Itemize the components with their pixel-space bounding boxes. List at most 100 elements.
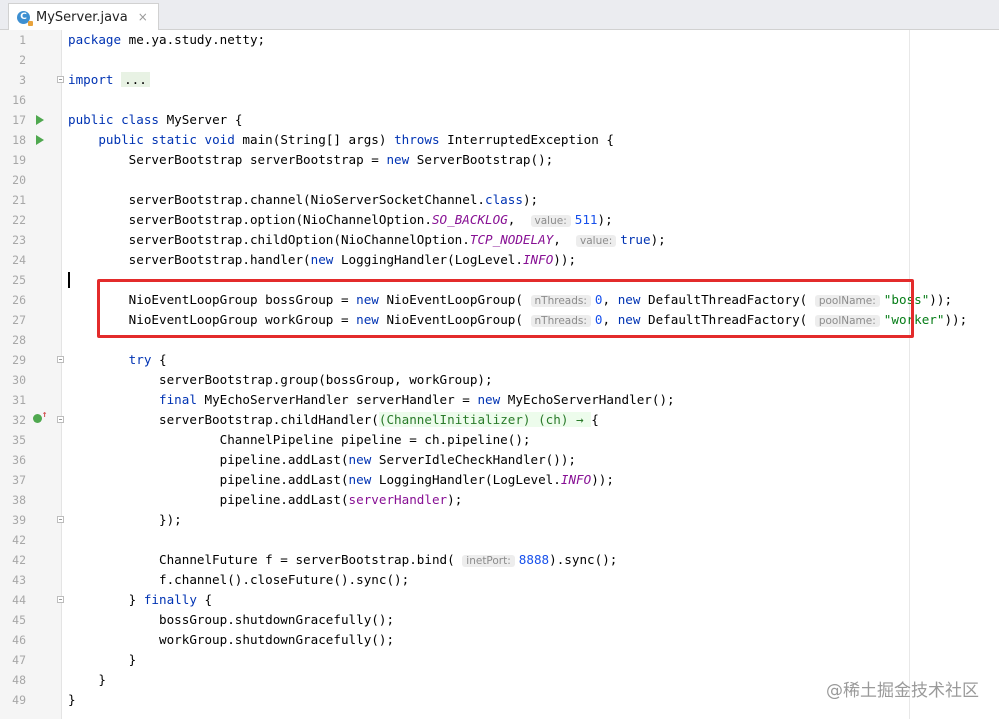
line-number: 17 <box>12 113 26 127</box>
line-number: 19 <box>12 153 26 167</box>
line-number: 45 <box>12 613 26 627</box>
line-number: 48 <box>12 673 26 687</box>
code-text: serverBootstrap.childOption(NioChannelOp… <box>68 232 666 247</box>
line-number: 37 <box>12 473 26 487</box>
line-number: 25 <box>12 273 26 287</box>
code-line[interactable]: 16 <box>0 90 999 110</box>
code-line[interactable]: 18 public static void main(String[] args… <box>0 130 999 150</box>
fold-toggle-icon[interactable] <box>57 356 64 363</box>
code-line[interactable]: 45 bossGroup.shutdownGracefully(); <box>0 610 999 630</box>
code-text: public class MyServer { <box>68 112 243 127</box>
fold-toggle-icon[interactable] <box>57 76 64 83</box>
line-number: 22 <box>12 213 26 227</box>
run-gutter-icon[interactable] <box>36 135 44 145</box>
code-text: try { <box>128 352 167 367</box>
code-line[interactable]: 37 pipeline.addLast(new LoggingHandler(L… <box>0 470 999 490</box>
code-line[interactable]: 25 <box>0 270 999 290</box>
code-text: workGroup.shutdownGracefully(); <box>68 632 395 647</box>
line-number: 18 <box>12 133 26 147</box>
code-line[interactable]: 38 pipeline.addLast(serverHandler); <box>0 490 999 510</box>
code-text: NioEventLoopGroup workGroup = new NioEve… <box>68 312 968 327</box>
close-icon[interactable]: × <box>138 10 148 24</box>
code-line[interactable]: 39 }); <box>0 510 999 530</box>
line-number: 42 <box>12 533 26 547</box>
code-line[interactable]: 2 <box>0 50 999 70</box>
code-line[interactable]: 44 } finally { <box>0 590 999 610</box>
code-line[interactable]: 32 serverBootstrap.childHandler((Channel… <box>0 410 999 430</box>
run-gutter-icon[interactable] <box>36 115 44 125</box>
code-line[interactable]: 36 pipeline.addLast(new ServerIdleCheckH… <box>0 450 999 470</box>
code-line[interactable]: 19 ServerBootstrap serverBootstrap = new… <box>0 150 999 170</box>
code-text: NioEventLoopGroup bossGroup = new NioEve… <box>68 292 953 307</box>
code-text: ChannelPipeline pipeline = ch.pipeline()… <box>68 432 531 447</box>
line-number: 47 <box>12 653 26 667</box>
line-number: 46 <box>12 633 26 647</box>
code-text: serverBootstrap.channel(NioServerSocketC… <box>68 192 539 207</box>
tab-myserver-java[interactable]: C MyServer.java × <box>8 3 159 30</box>
code-text: serverBootstrap.childHandler((ChannelIni… <box>68 412 599 427</box>
code-editor[interactable]: 1 package me.ya.study.netty; 2 3 import ... 1… <box>0 30 999 710</box>
line-number: 31 <box>12 393 26 407</box>
code-line[interactable]: 22 serverBootstrap.option(NioChannelOpti… <box>0 210 999 230</box>
code-line[interactable]: 3 import ... <box>0 70 999 90</box>
line-number: 1 <box>19 33 26 47</box>
code-line[interactable]: 47 } <box>0 650 999 670</box>
code-text: serverBootstrap.group(bossGroup, workGro… <box>68 372 493 387</box>
java-class-icon: C <box>17 10 33 26</box>
line-number: 39 <box>12 513 26 527</box>
implementation-gutter-icon[interactable] <box>33 411 47 423</box>
line-number: 3 <box>19 73 26 87</box>
line-number: 29 <box>12 353 26 367</box>
code-text: package me.ya.study.netty; <box>68 32 266 47</box>
code-text: }); <box>68 512 182 527</box>
code-line[interactable]: 26 NioEventLoopGroup bossGroup = new Nio… <box>0 290 999 310</box>
code-text: } finally { <box>68 592 213 607</box>
code-line[interactable]: 20 <box>0 170 999 190</box>
line-number: 2 <box>19 53 26 67</box>
fold-toggle-icon[interactable] <box>57 416 64 423</box>
code-text: import ... <box>68 70 150 90</box>
text-caret <box>68 272 70 288</box>
code-line[interactable]: 21 serverBootstrap.channel(NioServerSock… <box>0 190 999 210</box>
code-line[interactable]: 31 final MyEchoServerHandler serverHandl… <box>0 390 999 410</box>
code-line[interactable]: 23 serverBootstrap.childOption(NioChanne… <box>0 230 999 250</box>
code-text: f.channel().closeFuture().sync(); <box>68 572 410 587</box>
code-line[interactable]: 27 NioEventLoopGroup workGroup = new Nio… <box>0 310 999 330</box>
line-number: 28 <box>12 333 26 347</box>
line-number: 38 <box>12 493 26 507</box>
code-line[interactable]: 43 f.channel().closeFuture().sync(); <box>0 570 999 590</box>
code-line[interactable]: 42 <box>0 530 999 550</box>
code-line[interactable]: 30 serverBootstrap.group(bossGroup, work… <box>0 370 999 390</box>
code-text: } <box>68 672 106 687</box>
fold-toggle-icon[interactable] <box>57 516 64 523</box>
code-line[interactable]: 35 ChannelPipeline pipeline = ch.pipelin… <box>0 430 999 450</box>
line-number: 27 <box>12 313 26 327</box>
code-text: pipeline.addLast(serverHandler); <box>68 492 463 507</box>
code-text: ServerBootstrap serverBootstrap = new Se… <box>68 152 554 167</box>
code-line[interactable]: 24 serverBootstrap.handler(new LoggingHa… <box>0 250 999 270</box>
fold-toggle-icon[interactable] <box>57 596 64 603</box>
code-line[interactable]: 28 <box>0 330 999 350</box>
line-number: 24 <box>12 253 26 267</box>
code-line[interactable]: 29 try { <box>0 350 999 370</box>
line-number: 16 <box>12 93 26 107</box>
line-number: 49 <box>12 693 26 707</box>
code-text: ChannelFuture f = serverBootstrap.bind( … <box>68 552 618 567</box>
watermark: @稀土掘金技术社区 <box>826 681 979 701</box>
code-text: } <box>68 652 137 667</box>
editor-tab-bar: C MyServer.java × <box>0 0 999 30</box>
code-line[interactable]: 42 ChannelFuture f = serverBootstrap.bin… <box>0 550 999 570</box>
code-text: public static void main(String[] args) t… <box>98 132 614 147</box>
code-line[interactable]: 1 package me.ya.study.netty; <box>0 30 999 50</box>
code-line[interactable]: 17 public class MyServer { <box>0 110 999 130</box>
code-text: serverBootstrap.handler(new LoggingHandl… <box>68 252 577 267</box>
line-number: 30 <box>12 373 26 387</box>
code-text: bossGroup.shutdownGracefully(); <box>68 612 395 627</box>
code-text: pipeline.addLast(new ServerIdleCheckHand… <box>68 452 577 467</box>
line-number: 44 <box>12 593 26 607</box>
code-text: pipeline.addLast(new LoggingHandler(LogL… <box>68 472 614 487</box>
line-number: 23 <box>12 233 26 247</box>
code-line[interactable]: 46 workGroup.shutdownGracefully(); <box>0 630 999 650</box>
line-number: 36 <box>12 453 26 467</box>
line-number: 32 <box>12 413 26 427</box>
